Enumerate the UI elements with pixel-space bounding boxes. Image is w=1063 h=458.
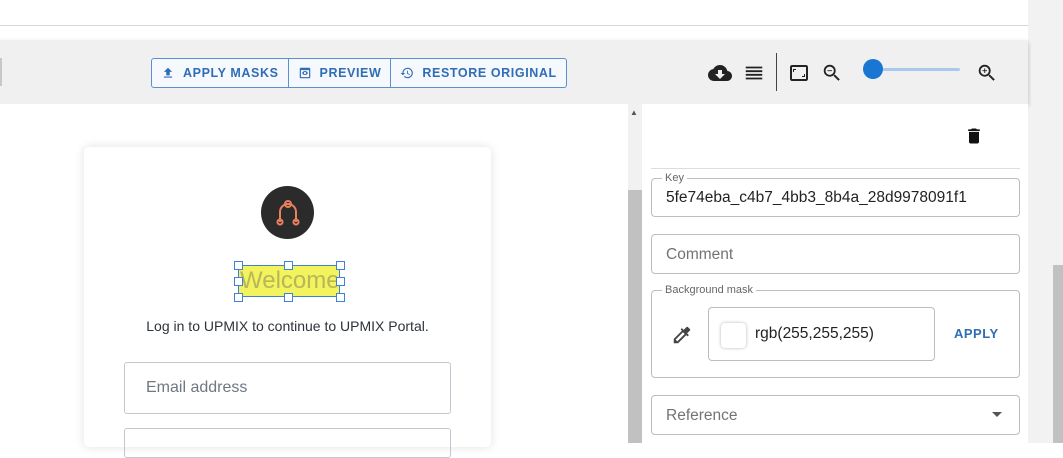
resize-handle-top[interactable] bbox=[284, 261, 293, 270]
preview-button[interactable]: PREVIEW bbox=[289, 59, 392, 87]
reference-placeholder: Reference bbox=[666, 407, 738, 424]
restore-original-label: RESTORE ORIGINAL bbox=[422, 66, 557, 80]
comment-field[interactable]: Comment bbox=[651, 234, 1020, 274]
panel-divider bbox=[651, 168, 1020, 169]
zoom-slider-thumb[interactable] bbox=[863, 59, 883, 79]
trash-icon[interactable] bbox=[964, 126, 984, 146]
canvas-scrollbar-thumb[interactable] bbox=[628, 190, 642, 443]
key-value: 5fe74eba_c4b7_4bb3_8b4a_28d9978091f1 bbox=[666, 189, 967, 206]
resize-handle-left[interactable] bbox=[234, 277, 243, 286]
branch-logo-icon bbox=[276, 199, 299, 225]
key-field[interactable]: Key 5fe74eba_c4b7_4bb3_8b4a_28d9978091f1 bbox=[651, 172, 1020, 217]
apply-mask-color-button[interactable]: APPLY bbox=[954, 326, 999, 341]
resize-handle-right[interactable] bbox=[336, 277, 345, 286]
color-value-field[interactable]: rgb(255,255,255) bbox=[708, 307, 935, 361]
resize-handle-bottom[interactable] bbox=[284, 293, 293, 302]
key-label: Key bbox=[662, 172, 687, 184]
welcome-heading: Welcome bbox=[240, 267, 340, 294]
email-placeholder: Email address bbox=[146, 379, 248, 396]
mask-actions-group: APPLY MASKS PREVIEW RESTORE ORIGINAL bbox=[151, 58, 567, 88]
preview-label: PREVIEW bbox=[319, 66, 382, 80]
restore-original-button[interactable]: RESTORE ORIGINAL bbox=[391, 59, 565, 87]
menu-icon[interactable] bbox=[742, 61, 766, 85]
scroll-up-arrow-icon[interactable]: ▲ bbox=[630, 108, 638, 117]
zoom-in-icon[interactable] bbox=[975, 61, 999, 85]
resize-handle-top-right[interactable] bbox=[336, 261, 345, 270]
apply-masks-button[interactable]: APPLY MASKS bbox=[152, 59, 289, 87]
email-field[interactable]: Email address bbox=[124, 362, 451, 414]
zoom-slider-track[interactable] bbox=[872, 68, 960, 71]
color-swatch[interactable] bbox=[721, 323, 746, 348]
cloud-download-icon[interactable] bbox=[708, 61, 732, 85]
zoom-out-icon[interactable] bbox=[820, 61, 844, 85]
eyedropper-icon[interactable] bbox=[671, 324, 693, 346]
reference-select[interactable]: Reference bbox=[651, 395, 1020, 435]
fit-screen-icon[interactable] bbox=[787, 61, 811, 85]
resize-handle-bottom-right[interactable] bbox=[336, 293, 345, 302]
resize-handle-top-left[interactable] bbox=[234, 261, 243, 270]
dropdown-arrow-icon[interactable] bbox=[992, 412, 1002, 417]
top-strip: ⌃ bbox=[0, 0, 1028, 26]
upload-icon bbox=[163, 67, 173, 78]
color-value: rgb(255,255,255) bbox=[755, 325, 874, 342]
app-logo bbox=[261, 186, 314, 239]
chevron-up-icon[interactable]: ⌃ bbox=[992, 0, 1002, 8]
page-scrollbar[interactable] bbox=[1053, 265, 1063, 443]
password-field[interactable] bbox=[124, 428, 451, 458]
toolbar-left-edge bbox=[0, 58, 2, 86]
preview-icon bbox=[299, 67, 310, 79]
apply-masks-label: APPLY MASKS bbox=[183, 66, 279, 80]
resize-handle-bottom-left[interactable] bbox=[234, 293, 243, 302]
editor-toolbar: APPLY MASKS PREVIEW RESTORE ORIGINAL bbox=[0, 40, 1028, 104]
toolbar-divider bbox=[776, 53, 777, 91]
history-icon bbox=[400, 67, 414, 79]
login-subtitle: Log in to UPMIX to continue to UPMIX Por… bbox=[146, 318, 429, 334]
background-mask-label: Background mask bbox=[662, 284, 757, 296]
comment-placeholder: Comment bbox=[666, 246, 734, 263]
